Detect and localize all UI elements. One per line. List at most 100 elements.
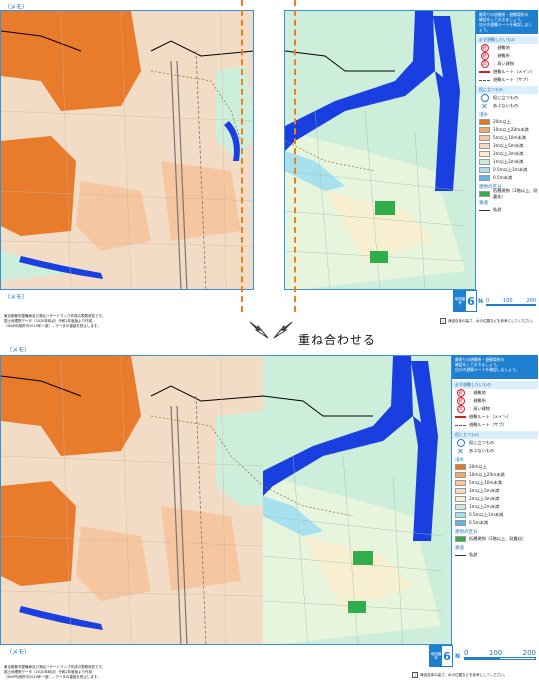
depth-b-row-0: 20m以上 [452, 463, 538, 471]
legend-b-row-danger: ✕ あぶないもの [452, 446, 538, 456]
merge-arrow-right-icon [273, 321, 293, 339]
legend-section-useful: 役に立つもの [476, 86, 538, 94]
depth-swatch-2 [479, 135, 490, 141]
rail-row-b: 私鉄 [452, 551, 538, 559]
legend-header: 最寄りの避難所・避難場所の 確認をしておきましょう。 自分の避難ルートを確認しま… [476, 10, 538, 34]
depth-swatch-4 [455, 496, 466, 502]
merge-arrow-left-icon [249, 321, 269, 339]
depth-label-7: 0.5m未満 [469, 520, 489, 525]
useful-label: 役に立つもの [493, 95, 519, 100]
danger-x-icon: ✕ [457, 446, 464, 456]
depth-swatch-4 [479, 151, 490, 157]
depth-swatch-0 [479, 119, 490, 125]
scale-zero: 0 [486, 298, 490, 304]
legend-b-row-tall-building: 高 ：高い建物 [452, 405, 538, 413]
route-sub-label: 避難ルート（サブ） [493, 77, 531, 82]
evac-site-icon: 避 [480, 44, 489, 52]
depth-label-6: 0.5m以上1m未満 [469, 512, 504, 517]
depth-label-3: 3m以上5m未満 [493, 143, 524, 148]
depth-swatch-6 [479, 167, 490, 173]
depth-swatch-5 [455, 504, 466, 510]
rail-label: 私鉄 [469, 552, 478, 557]
legend-row-evac-site: 避 ：避難地 [476, 44, 538, 52]
legend-b-row-route-sub: 避難ルート（サブ） [452, 421, 538, 429]
building-row: 低層建物（2階以上、耐震化） [476, 188, 538, 199]
evac-shelter-label: ：避難所 [469, 398, 486, 403]
route-main-line-icon [455, 416, 466, 418]
top-left-map [0, 10, 254, 290]
depth-swatch-3 [479, 143, 490, 149]
cut-line-top-right [294, 0, 296, 312]
depth-row-1: 10m以上20m未満 [476, 126, 538, 134]
legend-section-symbols: 必ず避難したいもの [476, 36, 538, 44]
tall-building-icon: 高 [480, 60, 489, 68]
top-sheet: （メモ） （メモ） 最寄りの避難所・避難場所の 確認をしておきましょう。 自分の… [0, 0, 539, 330]
depth-b-row-4: 2m以上3m未満 [452, 495, 538, 503]
page-number: 6 [467, 294, 475, 308]
scale-zero: 0 [464, 649, 469, 657]
depth-row-4: 2m以上3m未満 [476, 150, 538, 158]
combined-map [0, 355, 476, 645]
evac-site-label: ：避難地 [493, 45, 510, 50]
tall-building-label: ：高い建物 [469, 406, 490, 411]
depth-swatch-1 [455, 472, 466, 478]
evac-shelter-icon: 避 [480, 52, 489, 60]
building-label: 低層建物（2階以上、耐震化） [469, 536, 527, 541]
legend-bottom: 最寄りの避難所・避難場所の 確認をしておきましょう。 自分の避難ルートを確認しま… [451, 355, 538, 645]
info-icon: i [440, 318, 446, 324]
legend-b-row-evac-shelter: 避 ：避難所 [452, 397, 538, 405]
north-arrow-icon: N [455, 653, 461, 660]
depth-swatch-6 [455, 512, 466, 518]
page-number-label: 地図番号 [454, 291, 466, 311]
legend-row-route-main: 避難ルート（メイン） [476, 68, 538, 76]
legend-b-row-useful: 役に立つもの [452, 439, 538, 447]
depth-swatch-3 [455, 488, 466, 494]
depth-swatch-5 [479, 159, 490, 165]
building-label: 低層建物（2階以上、耐震化） [493, 188, 538, 199]
legend-b-section-symbols: 必ず避難したいもの [452, 381, 538, 389]
depth-label-5: 1m以上2m未満 [493, 159, 524, 164]
rail-line-icon [455, 554, 466, 556]
depth-label-5: 1m以上2m未満 [469, 504, 500, 509]
depth-swatch-7 [455, 520, 466, 526]
depth-swatch-2 [455, 480, 466, 486]
memo-label-bottom-lower: （メモ） [6, 649, 31, 656]
danger-x-icon: ✕ [481, 101, 488, 111]
evac-site-icon: 避 [456, 389, 465, 397]
route-main-label: 避難ルート（メイン） [469, 414, 511, 419]
footer-top: 東京都都市整備局及び港区ハザードマップ作成の表題改変です。 国土地理院データ（2… [4, 314, 244, 328]
legend-row-tall-building: 高 ：高い建物 [476, 60, 538, 68]
memo-label-top-left: （メモ） [4, 4, 29, 11]
cut-line-top-left [241, 0, 243, 312]
memo-label-top-left-bottom: （メモ） [4, 294, 29, 301]
scale-max: 200 [526, 298, 536, 304]
route-sub-label: 避難ルート（サブ） [469, 422, 507, 427]
tall-building-icon: 高 [456, 405, 465, 413]
memo-label-bottom: （メモ） [6, 347, 31, 354]
depth-label-0: 20m以上 [469, 464, 487, 469]
footer-line-3: （MAP利用許可2019年一部）…データの複製を禁止します。 [4, 674, 101, 679]
building-swatch [479, 191, 490, 197]
useful-label: 役に立つもの [469, 440, 495, 445]
depth-label-3: 3m以上5m未満 [469, 488, 500, 493]
evac-shelter-label: ：避難所 [493, 53, 510, 58]
info-icon: i [412, 672, 418, 678]
tall-building-label: ：高い建物 [493, 61, 514, 66]
depth-swatch-7 [479, 175, 490, 181]
depth-row-7: 0.5m未満 [476, 174, 538, 182]
legend-header-line-3: 自分の避難ルートを確認しましょう。 [479, 22, 533, 32]
north-arrow-icon: N [478, 298, 484, 305]
depth-b-row-5: 1m以上2m未満 [452, 503, 538, 511]
scale-bar-bottom: 0 100 200 [464, 649, 536, 660]
depth-label-6: 0.5m以上1m未満 [493, 167, 528, 172]
depth-label-4: 2m以上3m未満 [469, 496, 500, 501]
top-left-map-drawing [1, 11, 253, 289]
legend-b-row-route-main: 避難ルート（メイン） [452, 413, 538, 421]
depth-b-row-6: 0.5m以上1m未満 [452, 511, 538, 519]
legend-row-danger: ✕ あぶないもの [476, 101, 538, 111]
depth-label-2: 5m以上10m未満 [469, 480, 502, 485]
depth-row-5: 1m以上2m未満 [476, 158, 538, 166]
depth-label-1: 10m以上20m未満 [493, 127, 529, 132]
depth-label-4: 2m以上3m未満 [493, 151, 524, 156]
danger-label: あぶないもの [493, 103, 519, 108]
